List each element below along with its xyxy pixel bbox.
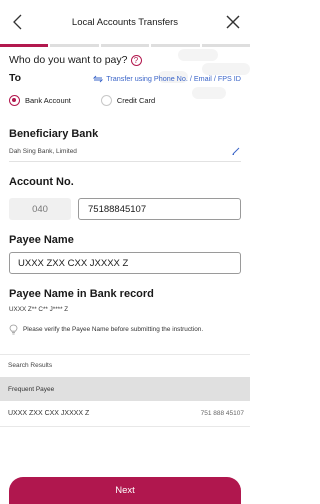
payee-item-name: UXXX ZXX CXX JXXXX Z bbox=[8, 410, 90, 417]
page-title: Local Accounts Transfers bbox=[71, 16, 179, 28]
beneficiary-bank-label: Beneficiary Bank bbox=[9, 128, 99, 140]
next-button[interactable]: Next bbox=[9, 477, 241, 504]
option-credit-card[interactable]: Credit Card bbox=[100, 95, 156, 106]
lightbulb-icon bbox=[9, 324, 18, 335]
payee-record-label: Payee Name in Bank record bbox=[9, 288, 154, 300]
frequent-payee-header: Frequent Payee bbox=[0, 377, 250, 401]
chevron-left-icon[interactable] bbox=[10, 13, 26, 31]
account-number-row: 040 75188845107 bbox=[9, 198, 241, 220]
credit-card-radio[interactable] bbox=[100, 95, 112, 106]
progress-step-4 bbox=[151, 44, 200, 47]
header-bar: Local Accounts Transfers bbox=[0, 0, 250, 44]
payee-name-input[interactable]: UXXX ZXX CXX JXXXX Z bbox=[9, 252, 241, 274]
progress-step-3 bbox=[100, 44, 150, 47]
payee-item-account: 751 888 45107 bbox=[200, 410, 244, 417]
pay-question: Who do you want to pay? ? bbox=[9, 54, 142, 66]
beneficiary-bank-value: Dah Sing Bank, Limited bbox=[9, 148, 77, 155]
pencil-icon[interactable] bbox=[231, 146, 241, 156]
account-number-input[interactable]: 75188845107 bbox=[78, 198, 241, 220]
account-type-options: Bank Account Credit Card bbox=[9, 95, 155, 106]
progress-step-1 bbox=[0, 44, 49, 47]
transfer-link-text: Transfer using Phone No. / Email / FPS I… bbox=[106, 74, 241, 83]
question-circle-icon[interactable]: ? bbox=[130, 54, 142, 66]
bank-account-label: Bank Account bbox=[25, 96, 71, 105]
beneficiary-bank-field[interactable]: Dah Sing Bank, Limited bbox=[9, 146, 241, 162]
list-item[interactable]: UXXX ZXX CXX JXXXX Z 751 888 45107 bbox=[0, 401, 250, 427]
search-results-header: Search Results bbox=[0, 354, 250, 376]
verify-note-text: Please verify the Payee Name before subm… bbox=[23, 326, 204, 333]
option-bank-account[interactable]: Bank Account bbox=[9, 95, 71, 106]
bank-code-field: 040 bbox=[9, 198, 71, 220]
verify-note: Please verify the Payee Name before subm… bbox=[9, 324, 203, 335]
progress-step-2 bbox=[50, 44, 99, 47]
pay-question-text: Who do you want to pay? bbox=[9, 54, 128, 66]
close-icon[interactable] bbox=[226, 15, 240, 29]
credit-card-label: Credit Card bbox=[116, 96, 156, 105]
transfer-by-proxy-link[interactable]: Transfer using Phone No. / Email / FPS I… bbox=[93, 74, 241, 83]
to-label: To bbox=[9, 72, 22, 84]
account-no-label: Account No. bbox=[9, 176, 74, 188]
swap-arrows-icon bbox=[93, 75, 104, 82]
progress-step-5 bbox=[201, 44, 251, 47]
payee-name-label: Payee Name bbox=[9, 234, 74, 246]
payee-record-value: UXXX Z** C** J**** Z bbox=[9, 306, 69, 313]
step-progress-bar bbox=[0, 44, 251, 47]
bank-account-radio[interactable] bbox=[9, 95, 20, 106]
